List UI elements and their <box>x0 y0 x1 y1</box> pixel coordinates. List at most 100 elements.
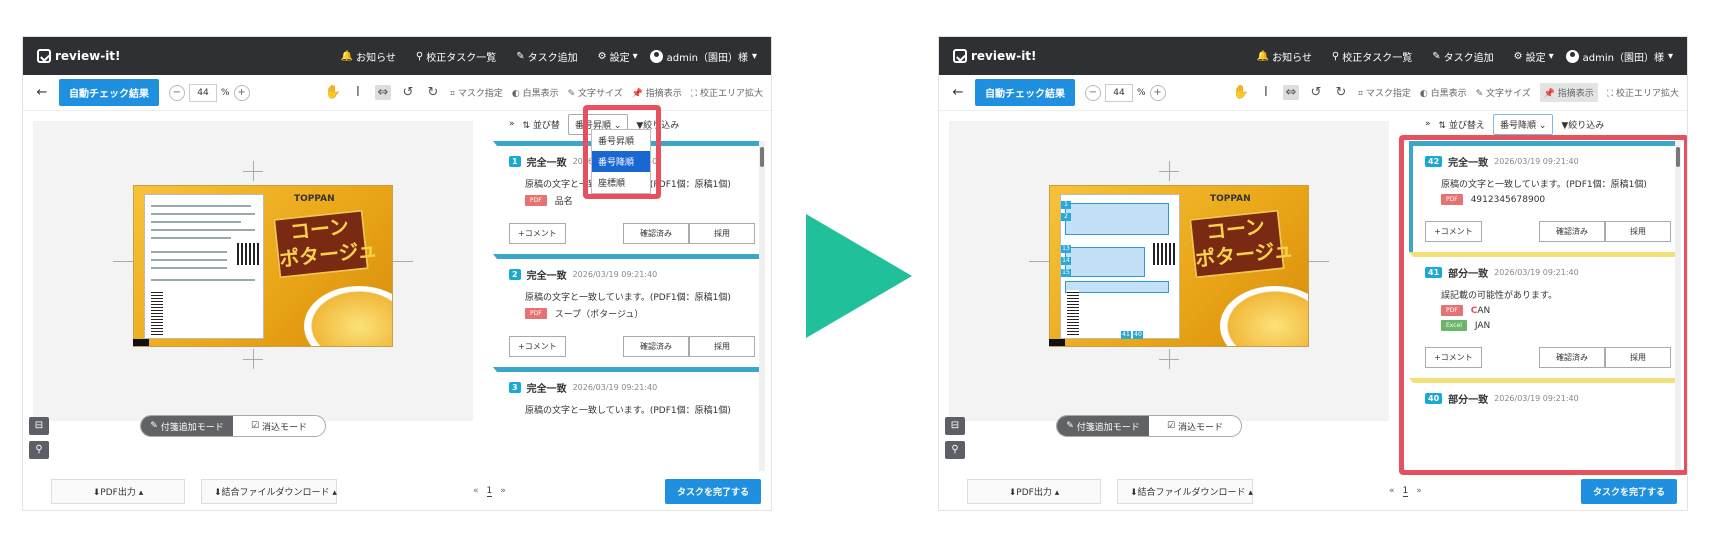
check-number-tag[interactable]: 1 <box>1061 201 1071 209</box>
text-cursor-icon[interactable]: I <box>350 85 366 100</box>
nav-settings[interactable]: ⚙ 設定 ▾ <box>598 49 638 64</box>
pointer-display-button[interactable]: 📌 指摘表示 <box>632 86 682 99</box>
app-title: review-it! <box>55 49 121 63</box>
current-page[interactable]: 1 <box>1402 486 1409 497</box>
undo-icon[interactable]: ↺ <box>1308 85 1324 100</box>
expand-area-button[interactable]: ⛶ 校正エリア拡大 <box>1607 86 1679 99</box>
undo-icon[interactable]: ↺ <box>400 85 416 100</box>
nav-settings[interactable]: ⚙ 設定 ▾ <box>1514 49 1554 64</box>
fit-width-icon[interactable]: ⇔ <box>1282 85 1299 100</box>
check-number-tag[interactable]: 13 <box>1061 245 1071 253</box>
pencil-icon: ✎ <box>516 50 525 62</box>
mask-button[interactable]: ⌗ マスク指定 <box>450 86 503 99</box>
nav-add-task[interactable]: ✎ タスク追加 <box>1432 49 1493 64</box>
check-highlight[interactable] <box>1065 281 1169 293</box>
sort-bar: » ⇅ 並び替え 番号降順 ⌄ ▼絞り込み <box>1409 111 1687 137</box>
check-highlight[interactable] <box>1065 203 1169 235</box>
redo-icon[interactable]: ↻ <box>1333 85 1349 100</box>
adopt-button[interactable]: 採用 <box>689 336 755 357</box>
user-menu[interactable]: admin（園田）様 ▾ <box>649 49 757 64</box>
font-size-button[interactable]: ✎ 文字サイズ <box>568 86 623 99</box>
screen-before: review-it! 🔔 お知らせ ⚲ 校正タスク一覧 ✎ タスク追加 ⚙ 設定 ▾ ad… <box>22 36 772 511</box>
nav-notice[interactable]: 🔔 お知らせ <box>1257 49 1312 64</box>
fit-width-icon[interactable]: ⇔ <box>374 85 391 100</box>
check-number-tag[interactable]: 15 <box>1061 269 1071 277</box>
pdf-export-button[interactable]: ⬇PDF出力 ▴ <box>51 478 185 504</box>
add-comment-button[interactable]: +コメント <box>509 223 566 244</box>
current-page[interactable]: 1 <box>486 486 493 497</box>
check-highlight[interactable] <box>1065 247 1145 277</box>
check-number-tag[interactable]: 40 <box>1133 331 1143 339</box>
result-card[interactable]: 2 完全一致 2026/03/19 09:21:40 原稿の文字と一致しています。(… <box>493 254 765 367</box>
zoom-in-button[interactable]: + <box>233 84 250 101</box>
complete-task-button[interactable]: タスクを完了する <box>664 478 761 504</box>
font-size-button[interactable]: ✎ 文字サイズ <box>1476 86 1531 99</box>
collapse-panel-icon[interactable]: » <box>1425 119 1431 129</box>
nav-task-list[interactable]: ⚲ 校正タスク一覧 <box>1332 49 1412 64</box>
back-arrow-icon[interactable]: ← <box>31 85 53 100</box>
check-number-tag[interactable]: 41 <box>1121 331 1131 339</box>
app-logo[interactable]: review-it! <box>953 49 1037 63</box>
sort-select[interactable]: 番号降順 ⌄ <box>1492 113 1554 135</box>
hand-tool-icon[interactable]: ✋ <box>325 85 341 100</box>
collapse-panel-icon[interactable]: » <box>509 119 515 129</box>
filter-button[interactable]: ▼絞り込み <box>1561 118 1604 131</box>
nav-notice[interactable]: 🔔 お知らせ <box>341 49 396 64</box>
next-page[interactable]: » <box>1416 486 1422 497</box>
document-canvas[interactable]: TOPPAN コーン ポタージュ <box>33 121 473 421</box>
list-view-icon[interactable]: ⊟ <box>29 417 49 435</box>
redo-icon[interactable]: ↻ <box>425 85 441 100</box>
white-black-button[interactable]: ◐ 白黒表示 <box>1420 86 1467 99</box>
zoom-input[interactable]: 44 <box>1105 83 1133 102</box>
sticky-mode-button[interactable]: ✎ 付箋追加モード <box>1057 416 1149 436</box>
zoom-in-button[interactable]: + <box>1149 84 1166 101</box>
bell-icon: 🔔 <box>1256 50 1270 62</box>
merge-download-button[interactable]: ⬇結合ファイルダウンロード ▴ <box>1117 478 1253 504</box>
user-menu[interactable]: admin（園田）様 ▾ <box>1565 49 1673 64</box>
zoom-out-button[interactable]: − <box>1085 84 1101 101</box>
mask-button[interactable]: ⌗ マスク指定 <box>1358 86 1411 99</box>
zoom-out-button[interactable]: − <box>169 84 185 101</box>
prev-page[interactable]: « <box>473 486 479 497</box>
top-nav-bar: review-it! 🔔 お知らせ ⚲ 校正タスク一覧 ✎ タスク追加 ⚙ 設定 ▾ ad… <box>939 37 1687 75</box>
check-number-tag[interactable]: 14 <box>1061 257 1071 265</box>
zoom-input[interactable]: 44 <box>189 83 217 102</box>
pointer-display-button[interactable]: 📌 指摘表示 <box>1539 83 1598 102</box>
expand-area-button[interactable]: ⛶ 校正エリア拡大 <box>691 86 763 99</box>
erase-mode-button[interactable]: ☑ 消込モード <box>233 416 325 436</box>
check-number-tag[interactable]: 2 <box>1061 213 1071 221</box>
nav-add-task-label: タスク追加 <box>527 52 578 64</box>
list-view-icon[interactable]: ⊟ <box>945 417 965 435</box>
list-scrollbar[interactable] <box>759 141 765 471</box>
erase-mode-label: 消込モード <box>261 422 307 433</box>
pdf-export-button[interactable]: ⬇PDF出力 ▴ <box>967 478 1101 504</box>
sticky-mode-button[interactable]: ✎ 付箋追加モード <box>141 416 233 436</box>
add-comment-button[interactable]: +コメント <box>509 336 566 357</box>
bell-icon: 🔔 <box>340 50 354 62</box>
merge-download-button[interactable]: ⬇結合ファイルダウンロード ▴ <box>201 478 337 504</box>
confirm-button[interactable]: 確認済み <box>623 223 689 244</box>
white-black-button[interactable]: ◐ 白黒表示 <box>512 86 559 99</box>
prev-page[interactable]: « <box>1389 486 1395 497</box>
next-page[interactable]: » <box>500 486 506 497</box>
card-number-badge: 1 <box>509 156 521 167</box>
app-logo[interactable]: review-it! <box>37 49 121 63</box>
erase-mode-button[interactable]: ☑ 消込モード <box>1149 416 1241 436</box>
auto-check-result-button[interactable]: 自動チェック結果 <box>975 79 1075 106</box>
search-icon[interactable]: ⚲ <box>945 441 965 459</box>
auto-check-result-button[interactable]: 自動チェック結果 <box>59 79 159 106</box>
search-icon[interactable]: ⚲ <box>29 441 49 459</box>
complete-task-button[interactable]: タスクを完了する <box>1580 478 1677 504</box>
hand-tool-icon[interactable]: ✋ <box>1233 85 1249 100</box>
card-number-badge: 2 <box>509 269 521 280</box>
document-canvas[interactable]: 1 2 13 14 15 41 40 TOPPAN コーン ポタージュ <box>949 121 1389 421</box>
main-nav: 🔔 お知らせ ⚲ 校正タスク一覧 ✎ タスク追加 ⚙ 設定 ▾ <box>1257 49 1554 64</box>
result-card[interactable]: 3 完全一致 2026/03/19 09:21:40 原稿の文字と一致しています。(… <box>493 367 765 430</box>
sort-label-text: 並び替え <box>1448 120 1485 131</box>
nav-task-list[interactable]: ⚲ 校正タスク一覧 <box>416 49 496 64</box>
adopt-button[interactable]: 採用 <box>689 223 755 244</box>
nav-add-task[interactable]: ✎ タスク追加 <box>516 49 577 64</box>
confirm-button[interactable]: 確認済み <box>623 336 689 357</box>
back-arrow-icon[interactable]: ← <box>947 85 969 100</box>
text-cursor-icon[interactable]: I <box>1258 85 1274 100</box>
